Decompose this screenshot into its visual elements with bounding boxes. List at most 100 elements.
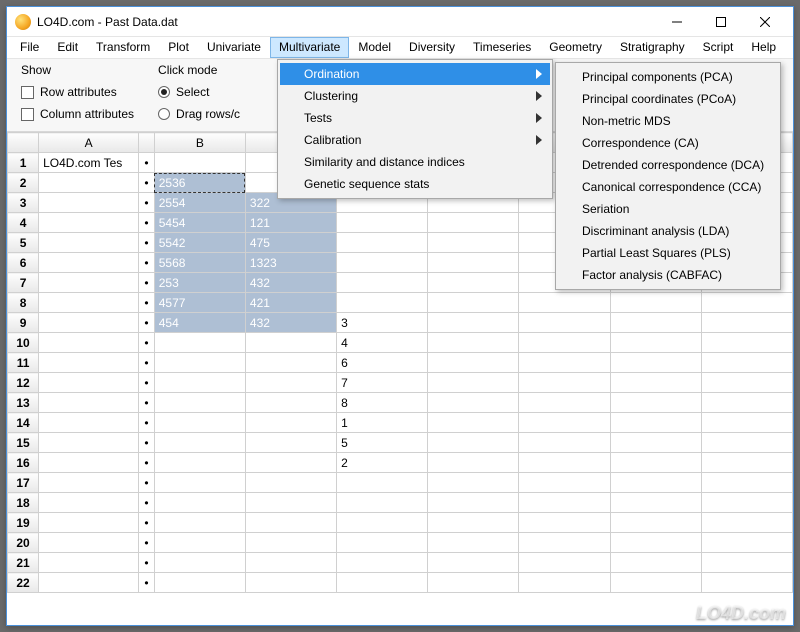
- row-header[interactable]: 8: [8, 293, 39, 313]
- cell-c[interactable]: 475: [245, 233, 336, 253]
- row-header[interactable]: 13: [8, 393, 39, 413]
- cell-d[interactable]: [337, 493, 428, 513]
- row-dot[interactable]: •: [139, 413, 155, 433]
- cell-a[interactable]: [39, 573, 139, 593]
- cell-b[interactable]: 4577: [154, 293, 245, 313]
- cell-empty[interactable]: [428, 273, 519, 293]
- menu-diversity[interactable]: Diversity: [400, 37, 464, 58]
- cell-a[interactable]: [39, 173, 139, 193]
- menu-plot[interactable]: Plot: [159, 37, 198, 58]
- cell-b[interactable]: [154, 473, 245, 493]
- table-row[interactable]: 17•: [8, 473, 793, 493]
- cell-a[interactable]: [39, 533, 139, 553]
- table-row[interactable]: 22 •: [8, 573, 793, 593]
- cell-d[interactable]: [337, 273, 428, 293]
- cell-a[interactable]: [39, 293, 139, 313]
- table-row[interactable]: 18•: [8, 493, 793, 513]
- row-header[interactable]: 16: [8, 453, 39, 473]
- cell-empty[interactable]: [610, 453, 701, 473]
- cell-empty[interactable]: [610, 473, 701, 493]
- row-dot[interactable]: •: [139, 373, 155, 393]
- cell-b[interactable]: [154, 353, 245, 373]
- menu-help[interactable]: Help: [742, 37, 785, 58]
- row-header[interactable]: 7: [8, 273, 39, 293]
- cell-c[interactable]: [245, 413, 336, 433]
- cell-a[interactable]: [39, 213, 139, 233]
- cell-empty[interactable]: [610, 493, 701, 513]
- cell-empty[interactable]: [701, 373, 792, 393]
- menu-item-non-metric-mds[interactable]: Non-metric MDS: [558, 110, 778, 132]
- cell-empty[interactable]: [610, 313, 701, 333]
- row-dot[interactable]: •: [139, 553, 155, 573]
- cell-empty[interactable]: [701, 553, 792, 573]
- cell-a[interactable]: [39, 233, 139, 253]
- cell-d[interactable]: [337, 233, 428, 253]
- cell-empty[interactable]: [428, 473, 519, 493]
- cell-c[interactable]: [245, 373, 336, 393]
- titlebar[interactable]: LO4D.com - Past Data.dat: [7, 7, 793, 37]
- cell-c[interactable]: [245, 393, 336, 413]
- close-button[interactable]: [743, 8, 787, 36]
- cell-empty[interactable]: [701, 393, 792, 413]
- row-dot[interactable]: •: [139, 233, 155, 253]
- row-header[interactable]: 15: [8, 433, 39, 453]
- menu-item-principal-components-pca-[interactable]: Principal components (PCA): [558, 66, 778, 88]
- cell-a[interactable]: [39, 353, 139, 373]
- cell-d[interactable]: [337, 473, 428, 493]
- cell-d[interactable]: [337, 293, 428, 313]
- cell-b[interactable]: 5568: [154, 253, 245, 273]
- menu-timeseries[interactable]: Timeseries: [464, 37, 540, 58]
- row-header[interactable]: 9: [8, 313, 39, 333]
- column-header-blank[interactable]: [8, 133, 39, 153]
- cell-empty[interactable]: [428, 513, 519, 533]
- table-row[interactable]: 15•5: [8, 433, 793, 453]
- cell-empty[interactable]: [428, 533, 519, 553]
- cell-b[interactable]: [154, 493, 245, 513]
- menu-item-detrended-correspondence-dca-[interactable]: Detrended correspondence (DCA): [558, 154, 778, 176]
- table-row[interactable]: 13•8: [8, 393, 793, 413]
- cell-empty[interactable]: [519, 373, 610, 393]
- row-dot[interactable]: •: [139, 293, 155, 313]
- cell-a[interactable]: [39, 553, 139, 573]
- cell-empty[interactable]: [701, 433, 792, 453]
- row-dot[interactable]: •: [139, 573, 155, 593]
- cell-empty[interactable]: [519, 553, 610, 573]
- table-row[interactable]: 11•6: [8, 353, 793, 373]
- row-header[interactable]: 4: [8, 213, 39, 233]
- row-header[interactable]: 22: [8, 573, 39, 593]
- row-header[interactable]: 2: [8, 173, 39, 193]
- menu-item-principal-coordinates-pcoa-[interactable]: Principal coordinates (PCoA): [558, 88, 778, 110]
- cell-a[interactable]: [39, 273, 139, 293]
- menu-file[interactable]: File: [11, 37, 48, 58]
- cell-d[interactable]: 1: [337, 413, 428, 433]
- cell-empty[interactable]: [701, 473, 792, 493]
- cell-empty[interactable]: [610, 393, 701, 413]
- row-dot[interactable]: •: [139, 193, 155, 213]
- menu-geometry[interactable]: Geometry: [540, 37, 611, 58]
- cell-a[interactable]: [39, 193, 139, 213]
- menu-item-calibration[interactable]: Calibration: [280, 129, 550, 151]
- cell-empty[interactable]: [701, 533, 792, 553]
- cell-empty[interactable]: [701, 453, 792, 473]
- row-header[interactable]: 10: [8, 333, 39, 353]
- cell-empty[interactable]: [428, 453, 519, 473]
- cell-d[interactable]: 3: [337, 313, 428, 333]
- row-attributes-checkbox[interactable]: Row attributes: [21, 83, 134, 101]
- cell-a[interactable]: [39, 313, 139, 333]
- table-row[interactable]: 8•4577421: [8, 293, 793, 313]
- cell-d[interactable]: [337, 573, 428, 593]
- row-dot[interactable]: •: [139, 253, 155, 273]
- cell-empty[interactable]: [701, 513, 792, 533]
- cell-empty[interactable]: [610, 353, 701, 373]
- menu-edit[interactable]: Edit: [48, 37, 87, 58]
- clickmode-select-radio[interactable]: Select: [158, 83, 240, 101]
- menu-item-canonical-correspondence-cca-[interactable]: Canonical correspondence (CCA): [558, 176, 778, 198]
- cell-c[interactable]: 432: [245, 313, 336, 333]
- menu-univariate[interactable]: Univariate: [198, 37, 270, 58]
- cell-a[interactable]: [39, 453, 139, 473]
- cell-empty[interactable]: [610, 513, 701, 533]
- menu-stratigraphy[interactable]: Stratigraphy: [611, 37, 694, 58]
- cell-b[interactable]: [154, 453, 245, 473]
- menu-item-ordination[interactable]: Ordination: [280, 63, 550, 85]
- cell-a[interactable]: LO4D.com Tes: [39, 153, 139, 173]
